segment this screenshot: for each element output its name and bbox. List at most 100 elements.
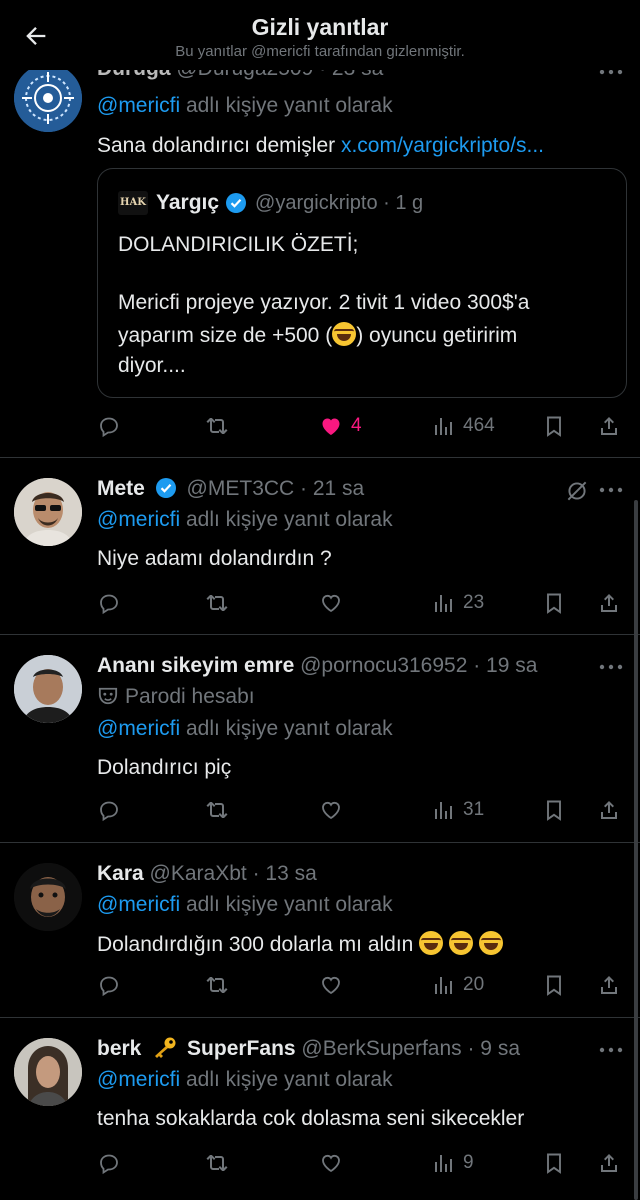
author-name[interactable]: Mete xyxy=(97,477,145,500)
bookmark-icon xyxy=(547,800,561,821)
author-handle[interactable]: @KaraXbt · 13 sa xyxy=(150,862,317,885)
bookmark-icon xyxy=(547,416,561,437)
tweet-duruga[interactable]: Duruga @Duruga2509 · 23 sa @mericfi adlı… xyxy=(0,46,640,458)
top-bar: Gizli yanıtlar Bu yanıtlar @mericfi tara… xyxy=(0,0,640,70)
tweet-actions: 20 xyxy=(97,970,627,1000)
reply-icon xyxy=(100,801,118,822)
like-button[interactable] xyxy=(319,970,343,1000)
reply-icon xyxy=(100,1154,118,1175)
reply-icon xyxy=(100,594,118,615)
share-button[interactable] xyxy=(597,411,621,441)
author-name[interactable]: Ananı sikeyim emre xyxy=(97,654,294,677)
replying-to: @mericfi adlı kişiye yanıt olarak xyxy=(97,94,393,117)
share-icon xyxy=(601,801,617,819)
laughing-emoji-icon xyxy=(478,931,503,955)
avatar-photo-icon xyxy=(14,655,82,723)
tweet-actions: 31 xyxy=(97,795,627,825)
views-button[interactable]: 464 xyxy=(431,411,495,441)
avatar-photo-icon xyxy=(14,478,82,546)
tweet-kara[interactable]: Kara @KaraXbt · 13 sa @mericfi adlı kişi… xyxy=(0,843,640,1018)
mention-link[interactable]: @mericfi xyxy=(97,717,180,740)
views-button[interactable]: 23 xyxy=(431,588,484,618)
views-button[interactable]: 31 xyxy=(431,795,484,825)
more-button[interactable] xyxy=(596,478,626,502)
scrollbar[interactable] xyxy=(634,500,638,1200)
like-button[interactable] xyxy=(319,1148,343,1178)
heart-icon xyxy=(322,418,340,435)
reply-button[interactable] xyxy=(97,1148,121,1178)
mention-link[interactable]: @mericfi xyxy=(97,94,180,117)
key-icon xyxy=(155,1037,176,1058)
laughing-emoji-icon xyxy=(419,931,444,955)
tweet-text: Dolandırıcı piç xyxy=(97,756,232,779)
like-button[interactable] xyxy=(319,588,343,618)
avatar[interactable] xyxy=(14,1038,82,1106)
mention-link[interactable]: @mericfi xyxy=(97,508,180,531)
reply-feed: Duruga @Duruga2509 · 23 sa @mericfi adlı… xyxy=(0,46,640,1198)
share-button[interactable] xyxy=(597,970,621,1000)
bookmark-button[interactable] xyxy=(542,795,566,825)
avatar-pattern-icon xyxy=(14,64,82,132)
retweet-button[interactable] xyxy=(205,970,229,1000)
more-button[interactable] xyxy=(596,655,626,679)
avatar[interactable] xyxy=(14,478,82,546)
like-button[interactable]: 4 xyxy=(319,411,362,441)
share-button[interactable] xyxy=(597,588,621,618)
retweet-icon xyxy=(206,802,228,818)
bookmark-button[interactable] xyxy=(542,588,566,618)
view-count: 20 xyxy=(463,974,485,995)
like-button[interactable] xyxy=(319,795,343,825)
tweet-parody[interactable]: Ananı sikeyim emre @pornocu316952 · 19 s… xyxy=(0,635,640,843)
bookmark-button[interactable] xyxy=(542,411,566,441)
quote-author-handle[interactable]: @yargickripto · 1 g xyxy=(255,192,423,215)
avatar[interactable] xyxy=(14,863,82,931)
author-handle[interactable]: @pornocu316952 · 19 sa xyxy=(300,654,537,677)
quote-author-name[interactable]: Yargıç xyxy=(156,191,219,215)
avatar[interactable] xyxy=(14,64,82,132)
author-name-2[interactable]: SuperFans xyxy=(187,1037,296,1060)
tweet-text: tenha sokaklarda cok dolasma seni sikece… xyxy=(97,1107,525,1130)
views-button[interactable]: 9 xyxy=(431,1148,474,1178)
retweet-icon xyxy=(206,595,228,611)
mention-link[interactable]: @mericfi xyxy=(97,1068,180,1091)
views-button[interactable]: 20 xyxy=(431,970,484,1000)
bookmark-button[interactable] xyxy=(542,1148,566,1178)
retweet-button[interactable] xyxy=(205,795,229,825)
share-button[interactable] xyxy=(597,795,621,825)
author-handle[interactable]: @BerkSuperfans · 9 sa xyxy=(301,1037,520,1060)
share-icon xyxy=(601,594,617,612)
quoted-tweet[interactable]: HAK Yargıç @yargickripto · 1 g DOLANDIRI… xyxy=(97,168,627,398)
avatar[interactable] xyxy=(14,655,82,723)
bookmark-button[interactable] xyxy=(542,970,566,1000)
tweet-berk[interactable]: berk SuperFans @BerkSuperfans · 9 sa @me… xyxy=(0,1018,640,1198)
like-count: 4 xyxy=(351,415,362,436)
mention-link[interactable]: @mericfi xyxy=(97,893,180,916)
share-button[interactable] xyxy=(597,1148,621,1178)
bookmark-icon xyxy=(547,975,561,996)
tweet-link[interactable]: x.com/yargickripto/s... xyxy=(341,134,544,157)
quote-line-1: DOLANDIRICILIK ÖZETİ; xyxy=(118,233,359,256)
more-icon xyxy=(599,1047,623,1053)
tweet-mete[interactable]: Mete @MET3CC · 21 sa @mericfi adlı kişiy… xyxy=(0,458,640,635)
retweet-button[interactable] xyxy=(205,411,229,441)
reply-button[interactable] xyxy=(97,588,121,618)
retweet-button[interactable] xyxy=(205,588,229,618)
author-handle[interactable]: @MET3CC · 21 sa xyxy=(187,477,365,500)
reply-button[interactable] xyxy=(97,970,121,1000)
views-icon xyxy=(435,802,452,819)
retweet-icon xyxy=(206,1155,228,1171)
grok-button[interactable] xyxy=(564,478,590,504)
author-name[interactable]: berk xyxy=(97,1037,141,1060)
share-icon xyxy=(601,976,617,994)
laughing-emoji-icon xyxy=(332,322,357,346)
tweet-actions: 9 xyxy=(97,1148,627,1178)
grok-icon xyxy=(567,481,587,501)
reply-button[interactable] xyxy=(97,411,121,441)
author-name[interactable]: Kara xyxy=(97,862,144,885)
views-icon xyxy=(435,977,452,994)
more-button[interactable] xyxy=(596,1038,626,1062)
reply-button[interactable] xyxy=(97,795,121,825)
retweet-button[interactable] xyxy=(205,1148,229,1178)
quote-avatar: HAK xyxy=(118,191,148,215)
more-icon xyxy=(599,487,623,493)
